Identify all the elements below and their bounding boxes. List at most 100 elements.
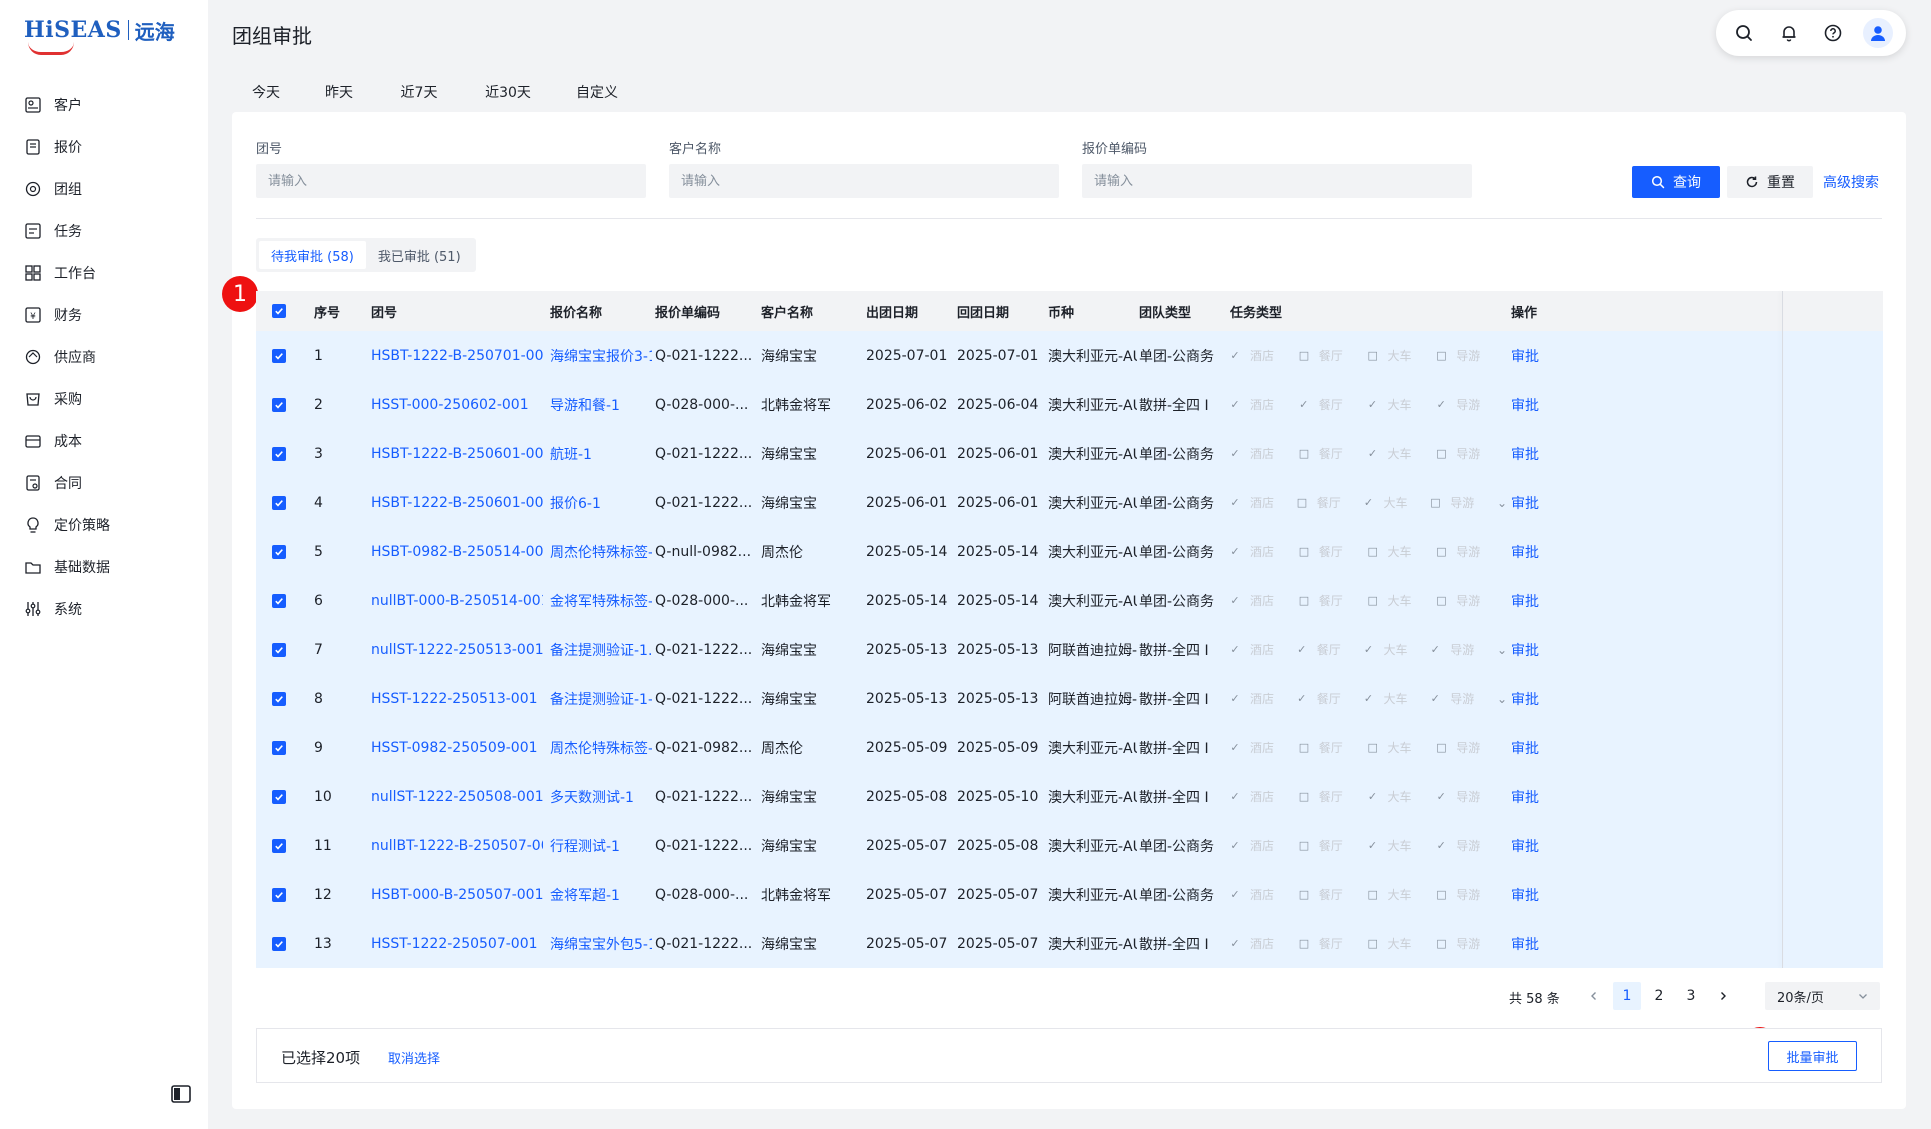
table-row[interactable]: 4 HSBT-1222-B-250601-002 报价6-1 Q-021-1222..…	[256, 478, 1883, 527]
date-tab-1[interactable]: 昨天	[304, 72, 374, 112]
table-row[interactable]: 6 nullBT-000-B-250514-001 金将军特殊标签-1 Q-028-0…	[256, 576, 1883, 625]
approve-link[interactable]: 审批	[1511, 674, 1571, 723]
approve-link[interactable]: 审批	[1511, 919, 1571, 968]
approve-link[interactable]: 审批	[1511, 870, 1571, 919]
sidebar-item-workbench[interactable]: 工作台	[0, 252, 208, 294]
sidebar-item-supplier[interactable]: 供应商	[0, 336, 208, 378]
row-checkbox[interactable]	[272, 919, 292, 968]
quote-name-link[interactable]: 金将军特殊标签-1	[550, 576, 652, 625]
table-row[interactable]: 13 HSST-1222-250507-001海绵宝宝外包5-1...Q-021-…	[256, 919, 1883, 968]
row-checkbox[interactable]	[272, 772, 292, 821]
group-no-link[interactable]: HSST-1222-250507-001	[371, 919, 543, 968]
next-page-icon[interactable]	[1709, 982, 1737, 1010]
group-no-link[interactable]: HSBT-0982-B-250514-001	[371, 527, 543, 576]
approve-link[interactable]: 审批	[1511, 821, 1571, 870]
row-checkbox[interactable]	[272, 870, 292, 919]
sidebar-item-contract[interactable]: 合同	[0, 462, 208, 504]
table-row[interactable]: 5 HSBT-0982-B-250514-001 周杰伦特殊标签-1 Q-null-0…	[256, 527, 1883, 576]
group-no-link[interactable]: nullBT-000-B-250514-001	[371, 576, 543, 625]
row-checkbox[interactable]	[272, 380, 292, 429]
quote-name-link[interactable]: 海绵宝宝外包5-1...	[550, 919, 652, 968]
cancel-selection-link[interactable]: 取消选择	[388, 1048, 440, 1067]
tab-pending-approval[interactable]: 待我审批 (58)	[259, 241, 366, 269]
quote-name-link[interactable]: 报价6-1	[550, 478, 652, 527]
date-tab-2[interactable]: 近7天	[378, 72, 460, 112]
approve-link[interactable]: 审批	[1511, 478, 1571, 527]
date-tab-4[interactable]: 自定义	[556, 72, 638, 112]
row-checkbox[interactable]	[272, 821, 292, 870]
table-row[interactable]: 12 HSBT-000-B-250507-001 金将军超-1 Q-028-000-.…	[256, 870, 1883, 919]
table-row[interactable]: 10 nullST-1222-250508-001 多天数测试-1 Q-021-122…	[256, 772, 1883, 821]
row-checkbox[interactable]	[272, 576, 292, 625]
group-no-link[interactable]: HSST-0982-250509-001	[371, 723, 543, 772]
quote-name-link[interactable]: 航班-1	[550, 429, 652, 478]
group-no-input[interactable]	[256, 164, 646, 198]
group-no-link[interactable]: HSST-1222-250513-001	[371, 674, 543, 723]
sidebar-item-customer[interactable]: 客户	[0, 84, 208, 126]
quote-name-link[interactable]: 海绵宝宝报价3-1...	[550, 331, 652, 380]
table-row[interactable]: 8 HSST-1222-250513-001 备注提测验证-1-0 Q-021-122…	[256, 674, 1883, 723]
quote-name-link[interactable]: 备注提测验证-1-0	[550, 674, 652, 723]
approve-link[interactable]: 审批	[1511, 429, 1571, 478]
tab-approved[interactable]: 我已审批 (51)	[366, 241, 473, 269]
bell-icon[interactable]	[1774, 18, 1804, 48]
user-avatar-icon[interactable]	[1862, 18, 1893, 48]
sidebar-item-base-data[interactable]: 基础数据	[0, 546, 208, 588]
table-row[interactable]: 7 nullST-1222-250513-001 备注提测验证-1... Q-021-…	[256, 625, 1883, 674]
row-checkbox[interactable]	[272, 527, 292, 576]
group-no-link[interactable]: HSBT-1222-B-250701-003	[371, 331, 543, 380]
collapse-sidebar-icon[interactable]	[171, 1085, 191, 1103]
row-checkbox[interactable]	[272, 331, 292, 380]
group-no-link[interactable]: HSBT-1222-B-250601-002	[371, 478, 543, 527]
query-button[interactable]: 查询	[1632, 166, 1720, 198]
advanced-search-link[interactable]: 高级搜索	[1823, 172, 1879, 192]
quote-name-link[interactable]: 备注提测验证-1...	[550, 625, 652, 674]
batch-approve-button[interactable]: 批量审批	[1768, 1041, 1857, 1071]
page-2-button[interactable]: 2	[1645, 982, 1673, 1010]
quote-code-input[interactable]	[1082, 164, 1472, 198]
search-icon[interactable]	[1729, 18, 1759, 48]
row-checkbox[interactable]	[272, 674, 292, 723]
approve-link[interactable]: 审批	[1511, 772, 1571, 821]
help-icon[interactable]	[1818, 18, 1848, 48]
sidebar-item-cost[interactable]: 成本	[0, 420, 208, 462]
row-checkbox[interactable]	[272, 625, 292, 674]
sidebar-item-task[interactable]: 任务	[0, 210, 208, 252]
quote-name-link[interactable]: 导游和餐-1	[550, 380, 652, 429]
approve-link[interactable]: 审批	[1511, 380, 1571, 429]
approve-link[interactable]: 审批	[1511, 576, 1571, 625]
row-checkbox[interactable]	[272, 429, 292, 478]
sidebar-item-quote[interactable]: 报价	[0, 126, 208, 168]
table-row[interactable]: 3 HSBT-1222-B-250601-001 航班-1 Q-021-1222...…	[256, 429, 1883, 478]
group-no-link[interactable]: HSBT-1222-B-250601-001	[371, 429, 543, 478]
date-tab-3[interactable]: 近30天	[464, 72, 552, 112]
sidebar-item-pricing-strategy[interactable]: 定价策略	[0, 504, 208, 546]
approve-link[interactable]: 审批	[1511, 527, 1571, 576]
group-no-link[interactable]: HSST-000-250602-001	[371, 380, 543, 429]
table-row[interactable]: 9 HSST-0982-250509-001 周杰伦特殊标签-1 Q-021-0982…	[256, 723, 1883, 772]
sidebar-item-purchase[interactable]: 采购	[0, 378, 208, 420]
sidebar-item-system[interactable]: 系统	[0, 588, 208, 630]
date-tab-0[interactable]: 今天	[232, 72, 300, 112]
page-size-select[interactable]: 20条/页	[1765, 982, 1880, 1010]
page-3-button[interactable]: 3	[1677, 982, 1705, 1010]
prev-page-icon[interactable]	[1580, 982, 1608, 1010]
reset-button[interactable]: 重置	[1727, 166, 1813, 198]
table-row[interactable]: 2 HSST-000-250602-001 导游和餐-1 Q-028-000-... 北…	[256, 380, 1883, 429]
sidebar-item-finance[interactable]: ¥ 财务	[0, 294, 208, 336]
table-row[interactable]: 11 nullBT-1222-B-250507-001 行程测试-1 Q-021-12…	[256, 821, 1883, 870]
quote-name-link[interactable]: 金将军超-1	[550, 870, 652, 919]
group-no-link[interactable]: HSBT-000-B-250507-001	[371, 870, 543, 919]
quote-name-link[interactable]: 多天数测试-1	[550, 772, 652, 821]
group-no-link[interactable]: nullST-1222-250513-001	[371, 625, 543, 674]
approve-link[interactable]: 审批	[1511, 331, 1571, 380]
sidebar-item-group[interactable]: 团组	[0, 168, 208, 210]
quote-name-link[interactable]: 周杰伦特殊标签-1	[550, 527, 652, 576]
select-all-checkbox[interactable]	[272, 291, 292, 331]
quote-name-link[interactable]: 行程测试-1	[550, 821, 652, 870]
row-checkbox[interactable]	[272, 723, 292, 772]
table-row[interactable]: 1 HSBT-1222-B-250701-003海绵宝宝报价3-1...Q-021…	[256, 331, 1883, 380]
group-no-link[interactable]: nullST-1222-250508-001	[371, 772, 543, 821]
approve-link[interactable]: 审批	[1511, 723, 1571, 772]
page-1-button[interactable]: 1	[1613, 982, 1641, 1010]
